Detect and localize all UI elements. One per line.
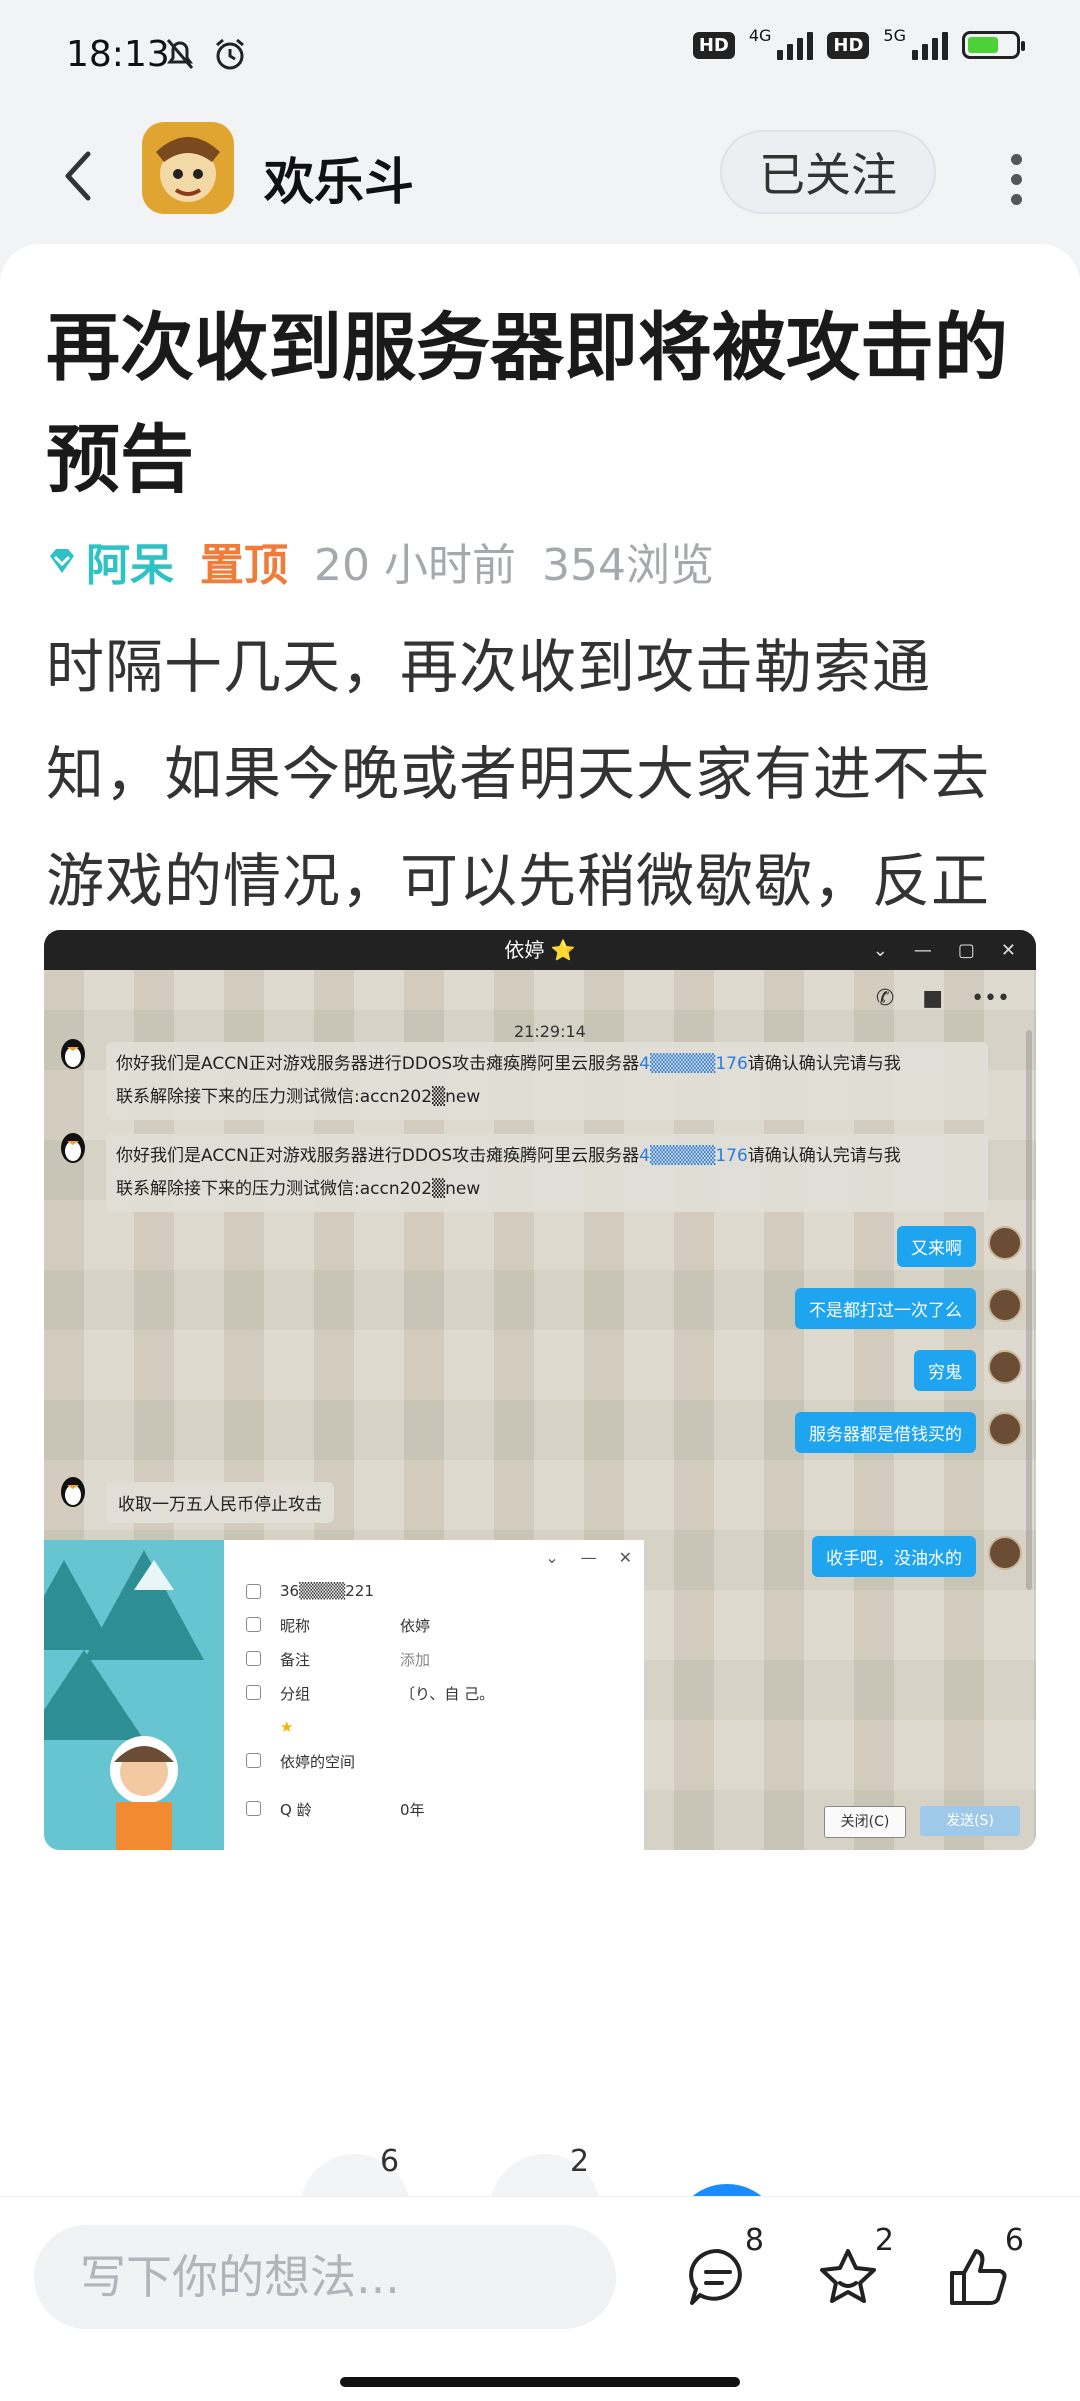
message-text-line2: 联系解除接下来的压力测试微信:accn202▒new bbox=[116, 1179, 481, 1199]
group-value: 〔り、自 己。 bbox=[400, 1684, 495, 1703]
author-badge-icon bbox=[50, 549, 74, 573]
network-label-2: 5G bbox=[883, 25, 906, 45]
reaction-second-count: 2 bbox=[570, 2144, 590, 2179]
message-text: 你好我们是ACCN正对游戏服务器进行DDOS攻击瘫痪腾阿里云服务器 bbox=[116, 1146, 640, 1166]
more-options-icon[interactable] bbox=[1008, 148, 1024, 205]
thumbs-up-icon bbox=[950, 2249, 1007, 2305]
hd-badge: HD bbox=[692, 31, 735, 59]
penguin-avatar-icon bbox=[61, 1477, 85, 1507]
reaction-like[interactable]: 6 bbox=[300, 2144, 410, 2264]
clock: 18:13 bbox=[66, 34, 170, 75]
message-text-tail: 请确认确认完请与我 bbox=[747, 1146, 901, 1166]
star-icon: ★ bbox=[280, 1718, 294, 1736]
post-time: 20 小时前 bbox=[314, 540, 516, 591]
app-name[interactable]: 欢乐斗 bbox=[264, 142, 414, 214]
chat-tools: ✆ ■ ••• bbox=[876, 986, 1010, 1011]
outgoing-message: 穷鬼 bbox=[914, 1350, 976, 1391]
alarm-icon bbox=[216, 38, 244, 70]
my-avatar bbox=[988, 1288, 1022, 1322]
chat-timestamp: 21:29:14 bbox=[514, 1022, 586, 1041]
profile-art bbox=[44, 1540, 224, 1850]
nickname-value: 依婷 bbox=[400, 1616, 431, 1635]
follow-button[interactable]: 已关注 bbox=[720, 130, 936, 214]
comment-count: 8 bbox=[744, 2223, 764, 2258]
qage-value: 0年 bbox=[400, 1800, 425, 1819]
message-text-tail: 请确认确认完请与我 bbox=[747, 1054, 901, 1074]
send-chat-button: 发送(S) bbox=[920, 1806, 1020, 1836]
qq-number: 36▒▒▒▒221 bbox=[244, 1582, 374, 1600]
group-key: 分组 bbox=[244, 1683, 360, 1704]
home-indicator[interactable] bbox=[340, 2377, 740, 2387]
signal-icon bbox=[777, 30, 814, 60]
incoming-message-short: 收取一万五人民币停止攻击 bbox=[106, 1482, 334, 1523]
hd-badge-2: HD bbox=[827, 31, 870, 59]
profile-card: ⌄ — ✕ 36▒▒▒▒221 昵称 依婷 备注 添加 分组 〔り、自 己。 ★ 依婷的空… bbox=[44, 1540, 644, 1850]
post-meta: 阿呆 置顶 20 小时前 354浏览 bbox=[46, 526, 740, 596]
video-icon: ■ bbox=[922, 986, 944, 1011]
back-arrow-icon[interactable] bbox=[56, 146, 100, 206]
nickname-key: 昵称 bbox=[244, 1615, 360, 1636]
ip-link: 4▒▒▒▒▒176 bbox=[639, 1054, 748, 1074]
post-card: 再次收到服务器即将被攻击的预告 阿呆 置顶 20 小时前 354浏览 时隔十几天… bbox=[0, 244, 1080, 2264]
outgoing-message: 收手吧，没油水的 bbox=[812, 1536, 976, 1577]
author-name[interactable]: 阿呆 bbox=[86, 529, 174, 593]
favorite-button[interactable]: 2 bbox=[816, 2223, 894, 2317]
chat-scrollbar bbox=[1026, 1030, 1032, 1590]
network-label: 4G bbox=[748, 25, 772, 45]
status-right: HD 4G HD 5G bbox=[692, 26, 1025, 60]
view-count: 354浏览 bbox=[541, 540, 714, 591]
reaction-second[interactable]: 2 bbox=[490, 2144, 600, 2264]
reaction-like-count: 6 bbox=[380, 2144, 400, 2179]
signal-icon-2 bbox=[912, 30, 948, 60]
post-image[interactable]: 依婷 ⭐ ⌄ — ▢ ✕ ✆ ■ ••• 21:29:14 你好我们是ACCN正对游戏… bbox=[44, 930, 1036, 1850]
window-controls: ⌄ — ▢ ✕ bbox=[872, 939, 1016, 961]
post-title: 再次收到服务器即将被攻击的预告 bbox=[46, 305, 1008, 503]
outgoing-message: 服务器都是借钱买的 bbox=[795, 1412, 976, 1453]
pinned-badge: 置顶 bbox=[200, 540, 288, 591]
incoming-message: 你好我们是ACCN正对游戏服务器进行DDOS攻击瘫痪腾阿里云服务器4▒▒▒▒▒1… bbox=[106, 1042, 988, 1120]
message-text-line2: 联系解除接下来的压力测试微信:accn202▒new bbox=[116, 1087, 481, 1107]
penguin-avatar-icon bbox=[61, 1133, 85, 1163]
my-avatar bbox=[988, 1350, 1022, 1384]
outgoing-message: 又来啊 bbox=[897, 1226, 976, 1267]
ellipsis-icon: ••• bbox=[971, 986, 1010, 1011]
outgoing-message: 不是都打过一次了么 bbox=[795, 1288, 976, 1329]
ip-link: 4▒▒▒▒▒176 bbox=[639, 1146, 748, 1166]
favorite-count: 2 bbox=[874, 2223, 894, 2258]
mute-bell-icon bbox=[166, 39, 194, 69]
my-avatar bbox=[988, 1536, 1022, 1570]
status-bar: 18:13 HD 4G HD 5G bbox=[0, 0, 1080, 118]
phone-icon: ✆ bbox=[875, 986, 895, 1011]
remark-value: 添加 bbox=[400, 1650, 431, 1669]
app-avatar[interactable] bbox=[142, 122, 234, 214]
close-chat-button: 关闭(C) bbox=[824, 1806, 906, 1838]
tree-illustration bbox=[44, 1540, 224, 1850]
bottom-bar: 写下你的想法... 8 2 6 bbox=[0, 2196, 1080, 2401]
like-button[interactable]: 6 bbox=[946, 2223, 1024, 2317]
remark-key: 备注 bbox=[244, 1649, 360, 1670]
star-outline-icon bbox=[820, 2249, 876, 2303]
top-header: 欢乐斗 已关注 bbox=[0, 120, 1080, 240]
my-avatar bbox=[988, 1412, 1022, 1446]
penguin-avatar-icon bbox=[61, 1039, 85, 1069]
my-avatar bbox=[988, 1226, 1022, 1260]
battery-icon bbox=[962, 31, 1025, 59]
qage-key: Q 龄 bbox=[244, 1799, 360, 1820]
incoming-message: 你好我们是ACCN正对游戏服务器进行DDOS攻击瘫痪腾阿里云服务器4▒▒▒▒▒1… bbox=[106, 1134, 988, 1212]
like-count: 6 bbox=[1004, 2223, 1024, 2258]
profile-rows: 36▒▒▒▒221 昵称 依婷 备注 添加 分组 〔り、自 己。 ★ 依婷的空间 Q … bbox=[244, 1574, 494, 1826]
comment-input[interactable]: 写下你的想法... bbox=[34, 2225, 616, 2329]
comment-icon bbox=[689, 2248, 742, 2305]
comment-button[interactable]: 8 bbox=[686, 2223, 764, 2317]
space-link: 依婷的空间 bbox=[244, 1751, 355, 1772]
message-text: 你好我们是ACCN正对游戏服务器进行DDOS攻击瘫痪腾阿里云服务器 bbox=[116, 1054, 640, 1074]
profile-window-controls: ⌄ — ✕ bbox=[545, 1548, 632, 1567]
